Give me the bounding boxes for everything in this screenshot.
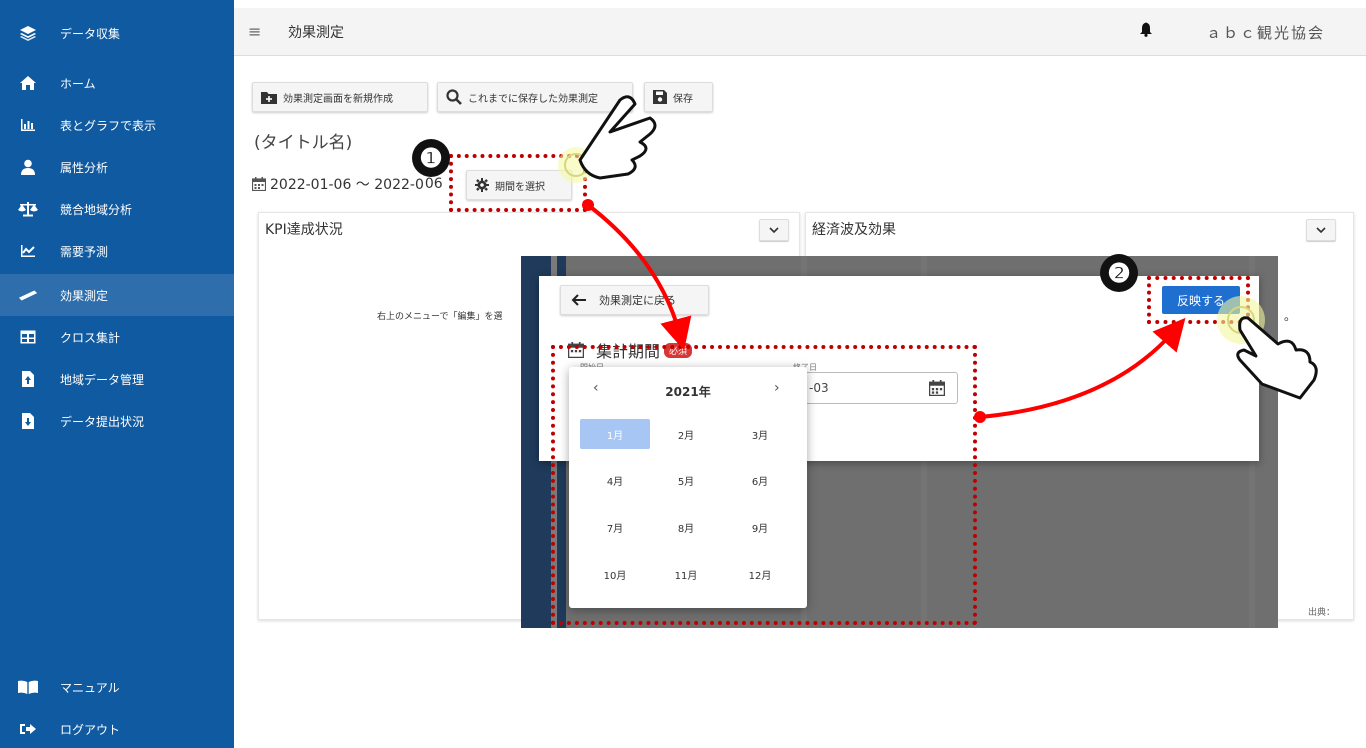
organization-name[interactable]: ａｂｃ観光協会 [1206, 22, 1325, 43]
arrow-left-icon [571, 294, 587, 306]
user-icon [18, 157, 38, 177]
sidebar: データ収集 ホーム 表とグラフで表示 属性分析 競合地域分析 需要予測 効果測定… [0, 0, 234, 748]
top-app-bar: ≡ 効果測定 ａｂｃ観光協会 [234, 8, 1366, 56]
sidebar-item-effect-measurement[interactable]: 効果測定 [0, 274, 234, 316]
table-icon [18, 327, 38, 347]
sidebar-item-data-submission[interactable]: データ提出状況 [0, 400, 234, 442]
page-header-title: 効果測定 [288, 24, 344, 41]
kpi-card-menu-button[interactable] [759, 219, 789, 241]
calendar-icon [252, 177, 266, 191]
sidebar-item-label: マニュアル [60, 680, 120, 695]
book-icon [18, 677, 38, 697]
search-icon [446, 89, 462, 105]
back-label: 効果測定に戻る [599, 294, 676, 307]
hamburger-menu-icon[interactable]: ≡ [248, 22, 266, 41]
save-label: 保存 [673, 93, 693, 105]
save-button[interactable]: 保存 [644, 82, 713, 112]
kpi-card-hint: 右上のメニューで「編集」を選 [377, 312, 503, 322]
period-suffix: 06 [424, 176, 443, 192]
folder-plus-icon [261, 91, 277, 104]
file-upload-icon [18, 369, 38, 389]
new-effect-measurement-label: 効果測定画面を新規作成 [283, 93, 393, 105]
period-display: 2022-01-06 ～ 2022-0 06 [252, 174, 443, 194]
layers-icon [18, 23, 38, 43]
sidebar-item-table-graph[interactable]: 表とグラフで表示 [0, 104, 234, 146]
floppy-disk-icon [653, 90, 667, 104]
sidebar-item-regional-data[interactable]: 地域データ管理 [0, 358, 234, 400]
line-chart-icon [18, 241, 38, 261]
balance-scale-icon [18, 199, 38, 219]
kpi-card-title: KPI達成状況 [265, 222, 343, 238]
calendar-highlight-box [551, 345, 977, 625]
sidebar-item-logout[interactable]: ログアウト [0, 708, 234, 748]
file-download-icon [18, 411, 38, 431]
sidebar-item-label: 表とグラフで表示 [60, 118, 157, 133]
sidebar-item-label: クロス集計 [60, 330, 121, 345]
sidebar-item-label: 属性分析 [60, 160, 109, 175]
chevron-down-icon [769, 227, 779, 233]
sidebar-item-manual[interactable]: マニュアル [0, 666, 234, 708]
saved-effect-measurements-label: これまでに保存した効果測定 [468, 93, 598, 105]
chevron-down-icon [1316, 227, 1326, 233]
economic-ripple-card-hint: 。 [1284, 309, 1297, 323]
economic-ripple-card-title: 経済波及効果 [812, 222, 896, 238]
step2-marker: ❷ [1100, 254, 1138, 292]
sidebar-header-label: データ収集 [60, 26, 121, 41]
sidebar-header-data-collection[interactable]: データ収集 [0, 12, 234, 54]
sidebar-item-competitor-analysis[interactable]: 競合地域分析 [0, 188, 234, 230]
sidebar-item-label: 競合地域分析 [60, 202, 133, 217]
economic-ripple-card-menu-button[interactable] [1306, 219, 1336, 241]
sidebar-item-label: データ提出状況 [60, 414, 145, 429]
source-label: 出典： [1308, 608, 1336, 618]
home-icon [18, 73, 38, 93]
sidebar-item-cross-tab[interactable]: クロス集計 [0, 316, 234, 358]
bell-icon[interactable] [1140, 22, 1154, 38]
sidebar-item-label: 需要予測 [60, 244, 109, 259]
page-title: (タイトル名) [254, 133, 353, 153]
period-text: 2022-01-06 ～ 2022-0 [270, 177, 424, 193]
sidebar-item-label: 地域データ管理 [60, 372, 145, 387]
sidebar-item-attribute-analysis[interactable]: 属性分析 [0, 146, 234, 188]
ruler-icon [18, 285, 38, 305]
step1-highlight-box [449, 154, 587, 212]
step2-highlight-box [1147, 276, 1250, 324]
sidebar-item-label: ログアウト [60, 722, 121, 737]
sidebar-item-home[interactable]: ホーム [0, 62, 234, 104]
logout-icon [18, 719, 38, 739]
sidebar-item-label: 効果測定 [60, 288, 109, 303]
new-effect-measurement-button[interactable]: 効果測定画面を新規作成 [252, 82, 428, 112]
sidebar-item-label: ホーム [60, 76, 96, 91]
step1-marker: ❶ [412, 139, 450, 177]
back-to-effect-measurement-button[interactable]: 効果測定に戻る [560, 285, 709, 315]
bar-chart-icon [18, 115, 38, 135]
sidebar-item-demand-forecast[interactable]: 需要予測 [0, 230, 234, 272]
saved-effect-measurements-button[interactable]: これまでに保存した効果測定 [437, 82, 633, 112]
